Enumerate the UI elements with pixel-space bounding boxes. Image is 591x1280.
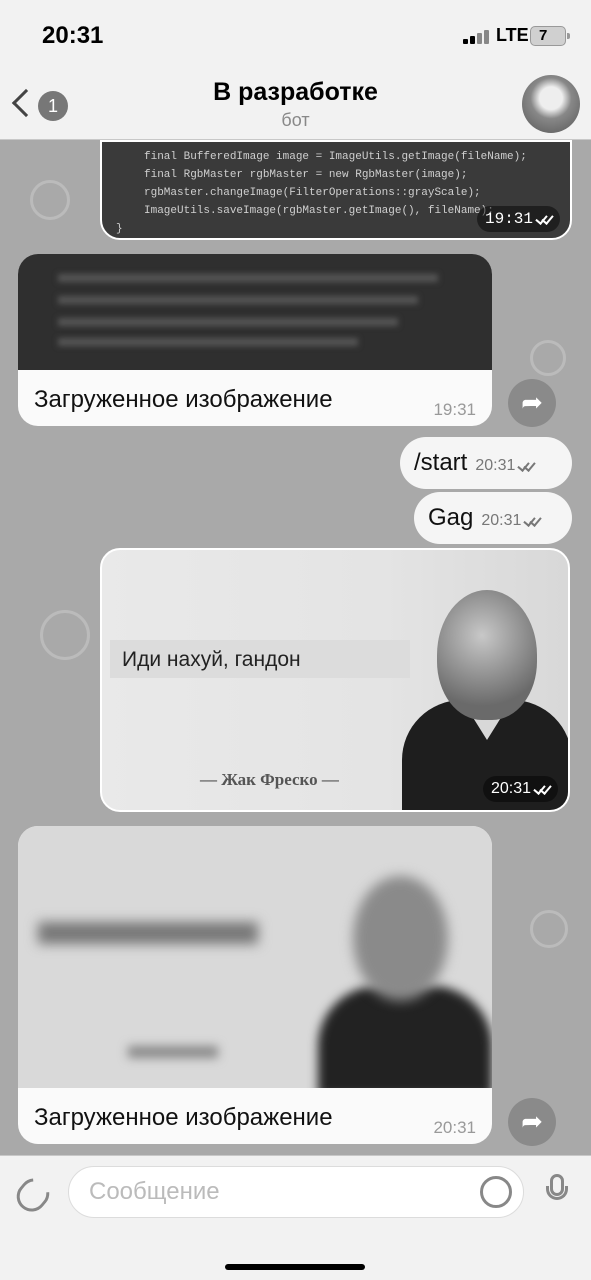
home-indicator [225, 1264, 365, 1270]
message-composer: Сообщение [0, 1155, 591, 1280]
status-time: 20:31 [42, 22, 104, 49]
share-icon: ➦ [521, 387, 543, 417]
microphone-icon[interactable] [546, 1174, 568, 1206]
code-line: final RgbMaster rgbMaster = new RgbMaste… [144, 169, 468, 181]
message-time: 20:31 [433, 1118, 476, 1137]
background-doodle [530, 910, 568, 948]
read-checkmark-icon [524, 515, 540, 525]
message-time: 20:31 [482, 776, 558, 802]
message-input[interactable]: Сообщение [68, 1166, 524, 1218]
message-time: 20:31 [481, 512, 522, 529]
message-time: 19:31 [476, 206, 560, 232]
message-text: Gag [428, 504, 474, 531]
background-doodle [40, 610, 90, 660]
blurred-image [18, 254, 492, 370]
sticker-icon[interactable] [480, 1176, 512, 1208]
avatar[interactable] [522, 75, 580, 133]
share-button[interactable]: ➦ [508, 379, 556, 427]
share-icon: ➦ [521, 1106, 543, 1136]
image-caption: Загруженное изображение [34, 386, 333, 413]
battery-level: 7 [539, 27, 548, 44]
person-head [437, 590, 537, 720]
background-doodle [30, 180, 70, 220]
text-message[interactable]: Gag 20:31 [414, 492, 572, 544]
image-caption-message[interactable]: Загруженное изображение 19:31 [18, 254, 492, 426]
battery-icon: 7 [530, 26, 570, 46]
message-time: 20:31 [475, 457, 516, 474]
chat-subtitle: бот [281, 110, 310, 130]
meme-image-message[interactable]: Иди нахуй, гандон — Жак Фреско — 20:31 [100, 548, 570, 812]
message-time-text: 19:31 [484, 210, 533, 228]
chat-title[interactable]: В разработке [0, 78, 591, 107]
meme-author: — Жак Фреско — [200, 770, 339, 789]
code-line: final BufferedImage image = ImageUtils.g… [144, 151, 527, 163]
signal-icon [463, 30, 493, 44]
network-type: LTE [496, 25, 529, 45]
code-line: rgbMaster.changeImage(FilterOperations::… [144, 187, 481, 199]
text-message[interactable]: /start 20:31 [400, 437, 572, 489]
status-bar: 20:31 LTE 7 [0, 0, 591, 70]
chat-header: 1 В разработке бот [0, 70, 591, 140]
meme-quote: Иди нахуй, гандон [122, 648, 301, 671]
read-checkmark-icon [518, 460, 534, 470]
code-image-message[interactable]: final BufferedImage image = ImageUtils.g… [100, 140, 572, 240]
message-time-text: 20:31 [490, 780, 531, 797]
image-caption-message[interactable]: Загруженное изображение 20:31 [18, 826, 492, 1144]
paperclip-icon[interactable] [10, 1172, 56, 1218]
message-time: 19:31 [433, 400, 476, 419]
read-checkmark-icon [534, 783, 550, 793]
background-doodle [530, 340, 566, 376]
message-text: /start [414, 449, 468, 476]
blurred-image [18, 826, 492, 1088]
image-caption: Загруженное изображение [34, 1104, 333, 1131]
read-checkmark-icon [536, 213, 552, 223]
share-button[interactable]: ➦ [508, 1098, 556, 1146]
